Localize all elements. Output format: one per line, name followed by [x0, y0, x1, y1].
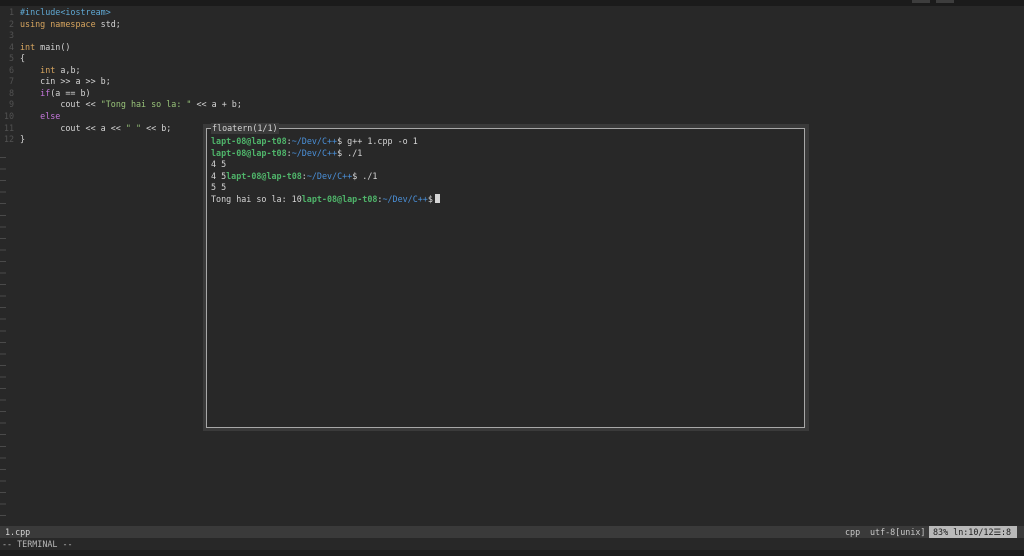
- code-line[interactable]: 12}: [0, 134, 25, 146]
- code-token: using namespace: [20, 18, 96, 29]
- line-number: 11: [3, 122, 14, 133]
- code-token: int: [20, 41, 36, 52]
- line-number: 6: [8, 64, 14, 75]
- terminal-text: $: [427, 193, 433, 204]
- terminal-text: 4 5: [211, 159, 227, 169]
- code-token: cout << a <<: [20, 122, 126, 133]
- code-token: int: [40, 64, 56, 75]
- status-encoding: utf-8[unix]: [870, 527, 926, 537]
- line-number: 5: [8, 53, 14, 64]
- empty-line-markers: [0, 152, 6, 524]
- code-token: }: [20, 134, 26, 145]
- terminal-line: 5 5: [211, 182, 226, 194]
- code-line[interactable]: 6 int a,b;: [0, 65, 81, 77]
- status-filename: 1.cpp: [5, 527, 31, 537]
- prompt-path: ~/Dev/C++: [291, 147, 338, 158]
- code-token: std;: [95, 18, 121, 29]
- line-number: 9: [8, 99, 14, 110]
- code-line[interactable]: 3: [0, 30, 20, 42]
- code-line[interactable]: 1 #include<iostream>: [0, 7, 111, 19]
- line-number: 10: [3, 110, 14, 121]
- prompt-user: lapt-08@lap-t08: [226, 170, 302, 181]
- code-line[interactable]: 8 if(a == b): [0, 88, 91, 100]
- line-number: 12: [3, 134, 14, 145]
- code-line[interactable]: 10 else: [0, 111, 60, 123]
- mode-indicator: -- TERMINAL --: [2, 539, 73, 549]
- prompt-path: ~/Dev/C++: [382, 193, 428, 204]
- terminal-line: 4 5lapt-08@lap-t08:~/Dev/C++$ ./1: [211, 171, 377, 183]
- prompt-path: ~/Dev/C++: [306, 170, 353, 181]
- code-token: << b;: [141, 122, 172, 133]
- terminal-text: $ ./1: [352, 170, 378, 181]
- code-token: if: [40, 87, 51, 98]
- code-line[interactable]: 2 using namespace std;: [0, 19, 121, 31]
- code-token: {: [20, 53, 26, 64]
- bottom-strip: [0, 550, 1024, 556]
- prompt-user: lapt-08@lap-t08: [211, 147, 287, 158]
- terminal-text: 5 5: [211, 182, 227, 192]
- line-number: 8: [8, 87, 14, 98]
- command-line[interactable]: -- TERMINAL --: [0, 538, 1024, 550]
- top-tab-indicator[interactable]: [936, 0, 954, 3]
- prompt-path: ~/Dev/C++: [291, 136, 338, 146]
- line-number: 4: [8, 41, 14, 52]
- status-line: 1.cpp cpp utf-8[unix] 83% ln:10/12☰:8: [0, 526, 1024, 538]
- line-number: 3: [8, 30, 14, 41]
- terminal-pane[interactable]: floatern(1/1) lapt-08@lap-t08:~/Dev/C++$…: [206, 123, 805, 428]
- code-token: cout <<: [20, 99, 101, 110]
- terminal-text: Tong hai so la: 10: [211, 193, 302, 204]
- floaterm-window[interactable]: floatern(1/1) lapt-08@lap-t08:~/Dev/C++$…: [203, 123, 809, 431]
- prompt-user: lapt-08@lap-t08: [211, 136, 287, 146]
- terminal-line: lapt-08@lap-t08:~/Dev/C++$ ./1: [211, 148, 362, 160]
- status-filetype: cpp: [845, 527, 861, 537]
- code-line[interactable]: 7 cin >> a >> b;: [0, 76, 111, 88]
- code-token: << a + b;: [191, 99, 242, 110]
- line-number: 1: [8, 7, 14, 17]
- code-token: cin >> a >> b;: [20, 76, 111, 87]
- line-number: 7: [8, 76, 14, 87]
- terminal-text: $ ./1: [337, 147, 363, 158]
- code-line[interactable]: 11 cout << a << " " << b;: [0, 123, 171, 135]
- status-position: 83% ln:10/12☰:8: [929, 526, 1017, 538]
- code-line[interactable]: 4 int main(): [0, 42, 70, 54]
- terminal-text: 4 5: [211, 170, 227, 181]
- terminal-line: lapt-08@lap-t08:~/Dev/C++$ g++ 1.cpp -o …: [211, 136, 418, 148]
- terminal-line: 4 5: [211, 159, 226, 171]
- code-line[interactable]: 9 cout << "Tong hai so la: " << a + b;: [0, 99, 242, 111]
- code-line[interactable]: 5{: [0, 53, 25, 65]
- code-token: main(): [35, 41, 71, 52]
- prompt-user: lapt-08@lap-t08: [301, 193, 378, 204]
- code-token: #include<iostream>: [20, 7, 111, 17]
- floaterm-title: floatern(1/1): [211, 123, 279, 134]
- code-token: "Tong hai so la: ": [100, 99, 192, 110]
- top-tab-indicator[interactable]: [912, 0, 930, 3]
- line-number: 2: [8, 18, 14, 29]
- terminal-text: $ g++ 1.cpp -o 1: [337, 136, 418, 146]
- terminal-line: Tong hai so la: 10lapt-08@lap-t08:~/Dev/…: [211, 193, 440, 206]
- code-token: (a == b): [50, 87, 91, 98]
- code-token: a,b;: [55, 64, 81, 75]
- terminal-cursor: [434, 193, 440, 203]
- code-token: " ": [125, 122, 142, 133]
- code-token: else: [40, 110, 61, 121]
